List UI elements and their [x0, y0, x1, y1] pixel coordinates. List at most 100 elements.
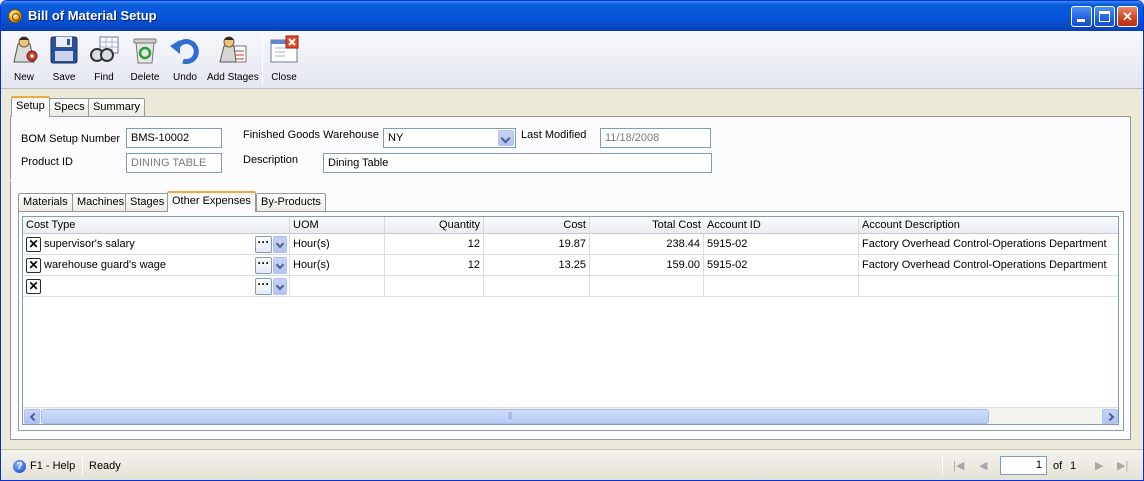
last-modified-field: 11/18/2008	[600, 128, 711, 148]
warehouse-value: NY	[388, 132, 404, 144]
find-button[interactable]: Find	[87, 34, 121, 86]
bom-setup-number-field[interactable]: BMS-10002	[126, 128, 222, 148]
new-label: New	[13, 72, 34, 83]
close-label: Close	[271, 72, 297, 83]
new-button[interactable]: New	[7, 34, 41, 86]
status-bar: ? F1 - Help Ready |◀ ◀ 1 of 1 ▶ ▶|	[1, 449, 1143, 480]
scroll-thumb[interactable]	[41, 409, 989, 424]
save-label: Save	[52, 72, 76, 83]
divider	[10, 180, 1093, 181]
horizontal-scrollbar[interactable]	[23, 407, 1118, 424]
finished-goods-warehouse-label: Finished Goods Warehouse	[243, 129, 379, 141]
total-cost-cell	[590, 276, 704, 297]
cost-type-value: supervisor's salary	[44, 238, 135, 250]
bom-setup-window: Bill of Material Setup ✕ New Save Find D…	[0, 0, 1144, 481]
account-description-cell: Factory Overhead Control-Operations Depa…	[859, 255, 1118, 276]
tab-summary[interactable]: Summary	[88, 98, 146, 116]
status-separator	[82, 456, 83, 475]
app-icon	[8, 9, 22, 23]
undo-button[interactable]: Undo	[167, 34, 203, 86]
col-uom[interactable]: UOM	[290, 217, 385, 234]
remove-row-icon[interactable]: ✕	[26, 237, 41, 252]
tab-machines[interactable]: Machines	[72, 193, 130, 211]
close-window-button[interactable]: ✕	[1117, 6, 1138, 27]
previous-page-icon[interactable]: ◀	[979, 459, 987, 472]
next-page-icon[interactable]: ▶	[1095, 459, 1103, 472]
uom-cell[interactable]	[290, 276, 385, 297]
delete-button[interactable]: Delete	[127, 34, 163, 86]
scroll-left-icon[interactable]	[24, 409, 40, 424]
quantity-cell[interactable]	[385, 276, 484, 297]
help-icon[interactable]: ?	[13, 460, 26, 473]
cost-cell[interactable]: 19.87	[484, 234, 590, 255]
help-label[interactable]: F1 - Help	[30, 460, 75, 472]
chevron-down-icon[interactable]	[273, 257, 287, 274]
total-cost-cell: 159.00	[590, 255, 704, 276]
quantity-cell[interactable]: 12	[385, 255, 484, 276]
first-page-icon[interactable]: |◀	[953, 459, 964, 472]
expenses-grid: Cost Type UOM Quantity Cost Total Cost A…	[22, 216, 1119, 425]
product-id-field[interactable]: DINING TABLE	[126, 153, 222, 173]
col-cost[interactable]: Cost	[484, 217, 590, 234]
cost-cell[interactable]	[484, 276, 590, 297]
cost-type-cell[interactable]: ✕ warehouse guard's wage ···	[23, 255, 290, 276]
col-cost-type[interactable]: Cost Type	[23, 217, 290, 234]
table-row[interactable]: ✕ warehouse guard's wage ··· Hour(s) 12 …	[23, 255, 1118, 276]
close-button[interactable]: Close	[267, 34, 301, 86]
last-modified-label: Last Modified	[521, 129, 587, 141]
find-label: Find	[94, 72, 114, 83]
remove-row-icon[interactable]: ✕	[26, 279, 41, 294]
finished-goods-warehouse-select[interactable]: NY	[383, 128, 516, 148]
cost-type-cell[interactable]: ✕ ···	[23, 276, 290, 297]
close-icon: ✕	[1122, 9, 1133, 24]
tab-by-products[interactable]: By-Products	[256, 193, 326, 211]
product-id-label: Product ID	[21, 156, 73, 168]
account-id-cell[interactable]	[704, 276, 859, 297]
maximize-button[interactable]	[1094, 6, 1115, 27]
add-stages-label: Add Stages	[207, 72, 259, 83]
page-total: 1	[1070, 460, 1077, 472]
description-label: Description	[243, 154, 299, 166]
ellipsis-icon[interactable]: ···	[255, 257, 272, 274]
cost-cell[interactable]: 13.25	[484, 255, 590, 276]
tab-materials[interactable]: Materials	[18, 193, 73, 211]
account-description-cell: Factory Overhead Control-Operations Depa…	[859, 234, 1118, 255]
col-account-id[interactable]: Account ID	[704, 217, 859, 234]
chevron-down-icon[interactable]	[273, 278, 287, 295]
account-id-cell[interactable]: 5915-02	[704, 255, 859, 276]
cost-type-cell[interactable]: ✕ supervisor's salary ···	[23, 234, 290, 255]
trash-icon	[133, 38, 157, 64]
other-expenses-panel: Cost Type UOM Quantity Cost Total Cost A…	[18, 211, 1124, 431]
col-account-description[interactable]: Account Description	[859, 217, 1118, 234]
maximize-icon	[1099, 11, 1110, 22]
ellipsis-icon[interactable]: ···	[255, 236, 272, 253]
tab-specs[interactable]: Specs	[49, 98, 90, 116]
new-row[interactable]: ✕ ···	[23, 276, 1118, 297]
ellipsis-icon[interactable]: ···	[255, 278, 272, 295]
add-stages-button[interactable]: Add Stages	[207, 34, 259, 86]
page-of-label: of	[1053, 460, 1063, 472]
description-field[interactable]: Dining Table	[323, 153, 712, 173]
bom-setup-number-label: BOM Setup Number	[21, 133, 121, 145]
new-icon	[13, 36, 38, 63]
account-id-cell[interactable]: 5915-02	[704, 234, 859, 255]
undo-icon	[170, 39, 199, 65]
last-page-icon[interactable]: ▶|	[1117, 459, 1128, 472]
chevron-down-icon[interactable]	[273, 236, 287, 253]
col-total-cost[interactable]: Total Cost	[590, 217, 704, 234]
chevron-down-icon[interactable]	[498, 130, 514, 146]
uom-cell[interactable]: Hour(s)	[290, 255, 385, 276]
minimize-button[interactable]	[1071, 6, 1092, 27]
table-row[interactable]: ✕ supervisor's salary ··· Hour(s) 12 19.…	[23, 234, 1118, 255]
grid-header: Cost Type UOM Quantity Cost Total Cost A…	[23, 217, 1118, 234]
remove-row-icon[interactable]: ✕	[26, 258, 41, 273]
save-button[interactable]: Save	[47, 34, 81, 86]
scroll-right-icon[interactable]	[1102, 409, 1118, 424]
tab-other-expenses[interactable]: Other Expenses	[167, 191, 256, 212]
uom-cell[interactable]: Hour(s)	[290, 234, 385, 255]
tab-setup[interactable]: Setup	[11, 96, 50, 117]
quantity-cell[interactable]: 12	[385, 234, 484, 255]
col-quantity[interactable]: Quantity	[385, 217, 484, 234]
tab-stages[interactable]: Stages	[125, 193, 170, 211]
page-number-input[interactable]: 1	[1000, 456, 1047, 475]
